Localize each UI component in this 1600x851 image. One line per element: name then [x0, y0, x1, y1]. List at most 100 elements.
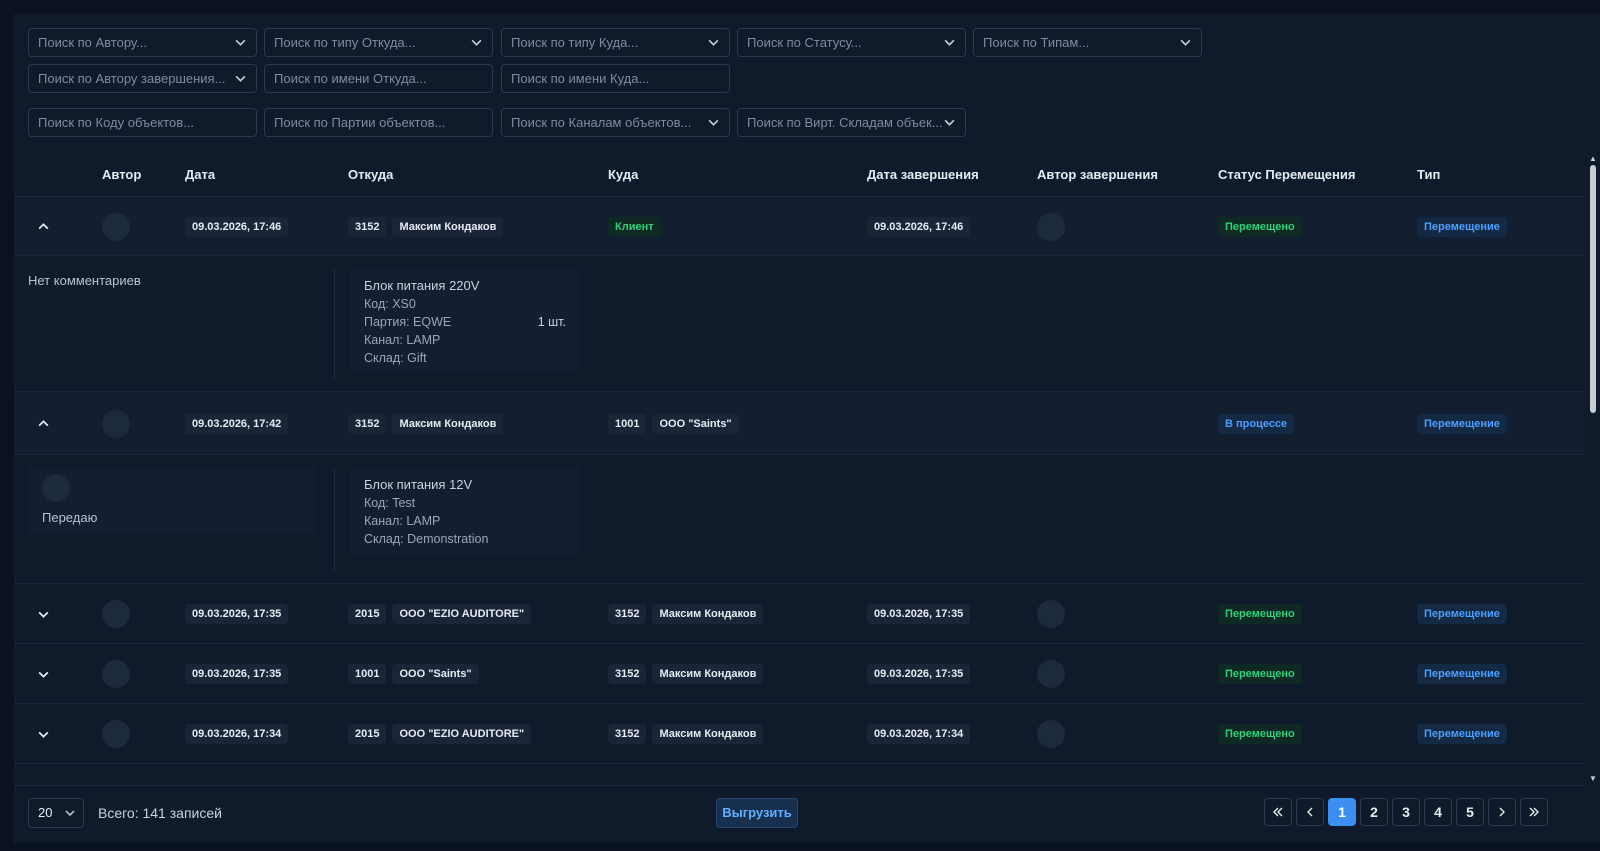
header-author[interactable]: Автор — [102, 153, 141, 197]
expand-row-button[interactable] — [33, 664, 53, 684]
chevron-left-icon — [1307, 807, 1313, 817]
date-badge: 09.03.2026, 17:46 — [185, 216, 289, 237]
status-filter-placeholder: Поиск по Статусу... — [747, 35, 862, 50]
page-size-value: 20 — [38, 805, 53, 820]
chevron-down-icon — [942, 109, 956, 136]
comment-text: Нет комментариев — [28, 273, 141, 288]
avatar — [102, 409, 130, 438]
object-warehouse-filter-select[interactable]: Поиск по Вирт. Складам объек... — [737, 108, 966, 137]
end-date-cell: 09.03.2026, 17:35 — [867, 604, 971, 624]
chevron-right-icon — [1499, 807, 1505, 817]
page-size-select[interactable]: 20 — [28, 798, 84, 828]
comment-text: Передаю — [42, 510, 98, 525]
type-cell: Перемещение — [1417, 664, 1507, 684]
export-button[interactable]: Выгрузить — [716, 798, 798, 828]
header-date[interactable]: Дата — [185, 153, 215, 197]
total-records: Всего: 141 записей — [98, 805, 222, 821]
to-type-filter-select[interactable]: Поиск по типу Куда... — [501, 28, 730, 57]
avatar — [42, 474, 70, 502]
to-name-search-input[interactable]: Поиск по имени Куда... — [501, 64, 730, 93]
author-avatar-cell — [102, 600, 130, 628]
from-type-filter-select[interactable]: Поиск по типу Откуда... — [264, 28, 493, 57]
first-page-button[interactable] — [1264, 798, 1292, 826]
header-end-author[interactable]: Автор завершения — [1037, 153, 1158, 197]
next-page-button[interactable] — [1488, 798, 1516, 826]
from-cell: 1001 ООО "Saints" — [348, 664, 479, 684]
to-name-badge: Максим Кондаков — [652, 604, 764, 624]
object-channel-filter-select[interactable]: Поиск по Каналам объектов... — [501, 108, 730, 137]
item-party-row: Партия: EQWE 1 шт. — [364, 313, 566, 331]
collapse-row-button[interactable] — [33, 217, 53, 237]
end-date-cell: 09.03.2026, 17:46 — [867, 216, 971, 237]
type-badge: Перемещение — [1417, 604, 1507, 624]
type-badge: Перемещение — [1417, 413, 1507, 434]
from-code-badge: 2015 — [348, 724, 387, 744]
end-date-badge: 09.03.2026, 17:34 — [867, 724, 971, 744]
page-button-4[interactable]: 4 — [1424, 798, 1452, 826]
header-to[interactable]: Куда — [608, 153, 638, 197]
expand-row-button[interactable] — [33, 724, 53, 744]
type-cell: Перемещение — [1417, 216, 1507, 237]
item-quantity: 1 шт. — [537, 315, 566, 329]
object-code-search-placeholder: Поиск по Коду объектов... — [38, 115, 194, 130]
last-page-button[interactable] — [1520, 798, 1548, 826]
to-code-badge: 3152 — [608, 664, 647, 684]
status-cell: В процессе — [1218, 413, 1295, 434]
header-type[interactable]: Тип — [1417, 153, 1440, 197]
header-end-date[interactable]: Дата завершения — [867, 153, 979, 197]
table-row[interactable]: 09.03.2026, 17:42 3152 Максим Кондаков 1… — [14, 393, 1584, 455]
avatar — [1037, 600, 1065, 628]
double-chevron-right-icon — [1529, 807, 1539, 817]
header-from[interactable]: Откуда — [348, 153, 393, 197]
to-name-badge: Максим Кондаков — [652, 664, 764, 684]
table-row[interactable]: 09.03.2026, 17:34 2015 ООО "EZIO AUDITOR… — [14, 705, 1584, 764]
end-author-cell — [1037, 660, 1065, 688]
page-button-5[interactable]: 5 — [1456, 798, 1484, 826]
type-cell: Перемещение — [1417, 604, 1507, 624]
table-row[interactable]: 09.03.2026, 17:35 1001 ООО "Saints" 3152… — [14, 645, 1584, 704]
page-button-3[interactable]: 3 — [1392, 798, 1420, 826]
author-avatar-cell — [102, 660, 130, 688]
type-badge: Перемещение — [1417, 664, 1507, 684]
status-badge: Перемещено — [1218, 216, 1302, 237]
end-date-badge: 09.03.2026, 17:46 — [867, 216, 971, 237]
item-channel: Канал: LAMP — [364, 514, 441, 528]
scroll-down-icon[interactable]: ▼ — [1589, 775, 1597, 783]
type-filter-select[interactable]: Поиск по Типам... — [973, 28, 1202, 57]
page-button-1[interactable]: 1 — [1328, 798, 1356, 826]
type-cell: Перемещение — [1417, 724, 1507, 744]
table-row[interactable]: 09.03.2026, 17:35 2015 ООО "EZIO AUDITOR… — [14, 585, 1584, 644]
date-badge: 09.03.2026, 17:35 — [185, 664, 289, 684]
item-title: Блок питания 12V — [364, 477, 473, 492]
status-filter-select[interactable]: Поиск по Статусу... — [737, 28, 966, 57]
author-filter-select[interactable]: Поиск по Автору... — [28, 28, 257, 57]
from-name-badge: Максим Кондаков — [392, 216, 504, 237]
from-name-search-input[interactable]: Поиск по имени Откуда... — [264, 64, 493, 93]
avatar — [102, 660, 130, 688]
table-row[interactable]: 09.03.2026, 17:46 3152 Максим Кондаков К… — [14, 198, 1584, 256]
from-cell: 2015 ООО "EZIO AUDITORE" — [348, 604, 532, 624]
scroll-up-icon[interactable]: ▲ — [1589, 155, 1597, 163]
divider — [334, 269, 335, 380]
item-card: Блок питания 12V Код: Test Канал: LAMP С… — [350, 468, 580, 554]
object-code-search-input[interactable]: Поиск по Коду объектов... — [28, 108, 257, 137]
end-date-cell: 09.03.2026, 17:34 — [867, 724, 971, 744]
prev-page-button[interactable] — [1296, 798, 1324, 826]
end-author-filter-select[interactable]: Поиск по Автору завершения... — [28, 64, 257, 93]
chevron-down-icon — [1178, 29, 1192, 56]
table-scrollbar[interactable]: ▲ ▼ — [1586, 153, 1600, 785]
avatar — [1037, 720, 1065, 748]
type-badge: Перемещение — [1417, 724, 1507, 744]
chevron-down-icon — [942, 29, 956, 56]
double-chevron-left-icon — [1273, 807, 1283, 817]
collapse-row-button[interactable] — [33, 414, 53, 434]
object-party-search-placeholder: Поиск по Партии объектов... — [274, 115, 446, 130]
header-status[interactable]: Статус Перемещения — [1218, 153, 1355, 197]
from-cell: 3152 Максим Кондаков — [348, 413, 504, 434]
page-button-2[interactable]: 2 — [1360, 798, 1388, 826]
end-date-badge: 09.03.2026, 17:35 — [867, 664, 971, 684]
status-badge: В процессе — [1218, 413, 1295, 434]
scrollbar-thumb[interactable] — [1590, 165, 1596, 413]
expand-row-button[interactable] — [33, 604, 53, 624]
object-party-search-input[interactable]: Поиск по Партии объектов... — [264, 108, 493, 137]
